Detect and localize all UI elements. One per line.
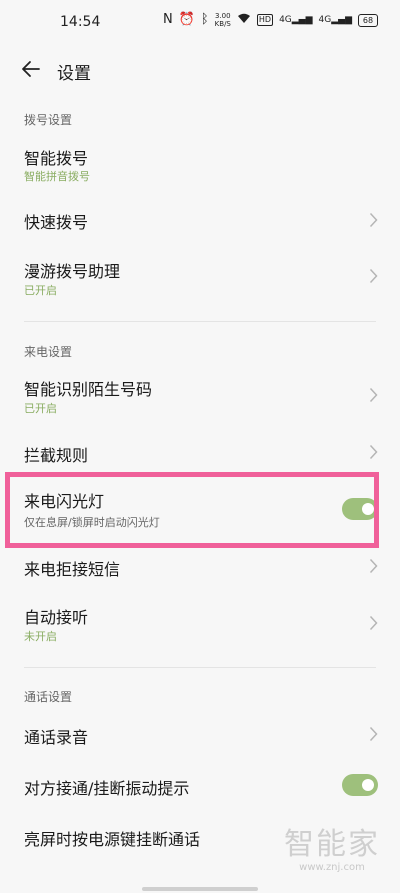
speed-dial-title: 快速拨号 [24,213,89,232]
page-title: 设置 [57,64,91,84]
power-key-hangup-title: 亮屏时按电源键挂断通话 [24,830,201,849]
chevron-right-icon [369,558,378,574]
section-header-dial: 拨号设置 [24,113,73,127]
hd-badge: HD [256,14,274,26]
section-header-incoming: 来电设置 [24,345,73,359]
home-indicator[interactable] [142,887,258,891]
vibration-prompt-item[interactable]: 对方接通/挂断振动提示 [0,764,400,808]
roaming-dial-subtitle: 已开启 [24,284,57,297]
chevron-right-icon [369,444,378,460]
smart-dial-title: 智能拨号 [24,149,89,168]
battery-icon: 68 [358,13,378,27]
smart-dial-subtitle: 智能拼音拨号 [24,170,90,183]
watermark-logo: 智能家 www.znj.com [284,827,380,874]
section-divider [24,321,376,322]
block-rules-item[interactable]: 拦截规则 [0,430,400,474]
vibration-prompt-toggle[interactable] [342,774,378,796]
flash-light-title: 来电闪光灯 [24,492,105,511]
signal-icon-2: 4G▂▄▆ [318,15,352,25]
chevron-right-icon [369,615,378,631]
flash-light-toggle[interactable] [342,498,378,520]
auto-answer-title: 自动接听 [24,608,89,627]
chevron-right-icon [369,387,378,403]
chevron-right-icon [369,726,378,742]
status-time: 14:54 [60,14,101,30]
identify-stranger-title: 智能识别陌生号码 [24,380,153,399]
vibration-prompt-title: 对方接通/挂断振动提示 [24,779,190,798]
network-speed-value: 3.00 [214,12,231,20]
block-rules-title: 拦截规则 [24,446,89,465]
status-icons: N ⏰ ᛒ 3.00 KB/S HD 4G▂▄▆ 4G▂▄▆ 68 [163,12,378,28]
signal-icon: 4G▂▄▆ [279,15,313,25]
toggle-knob [362,503,374,515]
reject-sms-title: 来电拒接短信 [24,560,121,579]
section-header-call: 通话设置 [24,690,73,704]
identify-stranger-item[interactable]: 智能识别陌生号码 已开启 [0,366,400,424]
call-recording-title: 通话录音 [24,728,89,747]
status-bar: 14:54 N ⏰ ᛒ 3.00 KB/S HD 4G▂▄▆ 4G▂▄▆ 68 [0,0,400,44]
back-arrow-icon[interactable] [20,58,42,80]
chevron-right-icon [369,212,378,228]
signal-label-2: 4G [318,15,332,25]
smart-dial-item[interactable]: 智能拨号 智能拼音拨号 [0,135,400,193]
reject-sms-item[interactable]: 来电拒接短信 [0,551,400,591]
bluetooth-icon: ᛒ [200,12,209,27]
call-recording-item[interactable]: 通话录音 [0,712,400,756]
top-app-bar: 设置 [0,50,400,90]
wifi-icon [237,13,251,27]
auto-answer-subtitle: 未开启 [24,630,57,643]
speed-dial-item[interactable]: 快速拨号 [0,195,400,245]
toggle-knob [362,779,374,791]
alarm-icon: ⏰ [178,12,195,27]
signal-label: 4G [279,15,292,25]
section-divider [24,667,376,668]
nfc-icon: N [162,12,173,27]
flash-light-subtitle: 仅在息屏/锁屏时启动闪光灯 [24,516,160,529]
auto-answer-item[interactable]: 自动接听 未开启 [0,596,400,654]
watermark-url: www.znj.com [299,862,365,873]
watermark-text: 智能家 [284,827,380,862]
network-speed: 3.00 KB/S [215,12,231,28]
flash-light-item[interactable]: 来电闪光灯 仅在息屏/锁屏时启动闪光灯 [0,480,400,540]
roaming-dial-item[interactable]: 漫游拨号助理 已开启 [0,248,400,306]
roaming-dial-title: 漫游拨号助理 [24,262,121,281]
identify-stranger-subtitle: 已开启 [24,402,57,415]
network-speed-unit: KB/S [214,20,231,28]
chevron-right-icon [369,268,378,284]
